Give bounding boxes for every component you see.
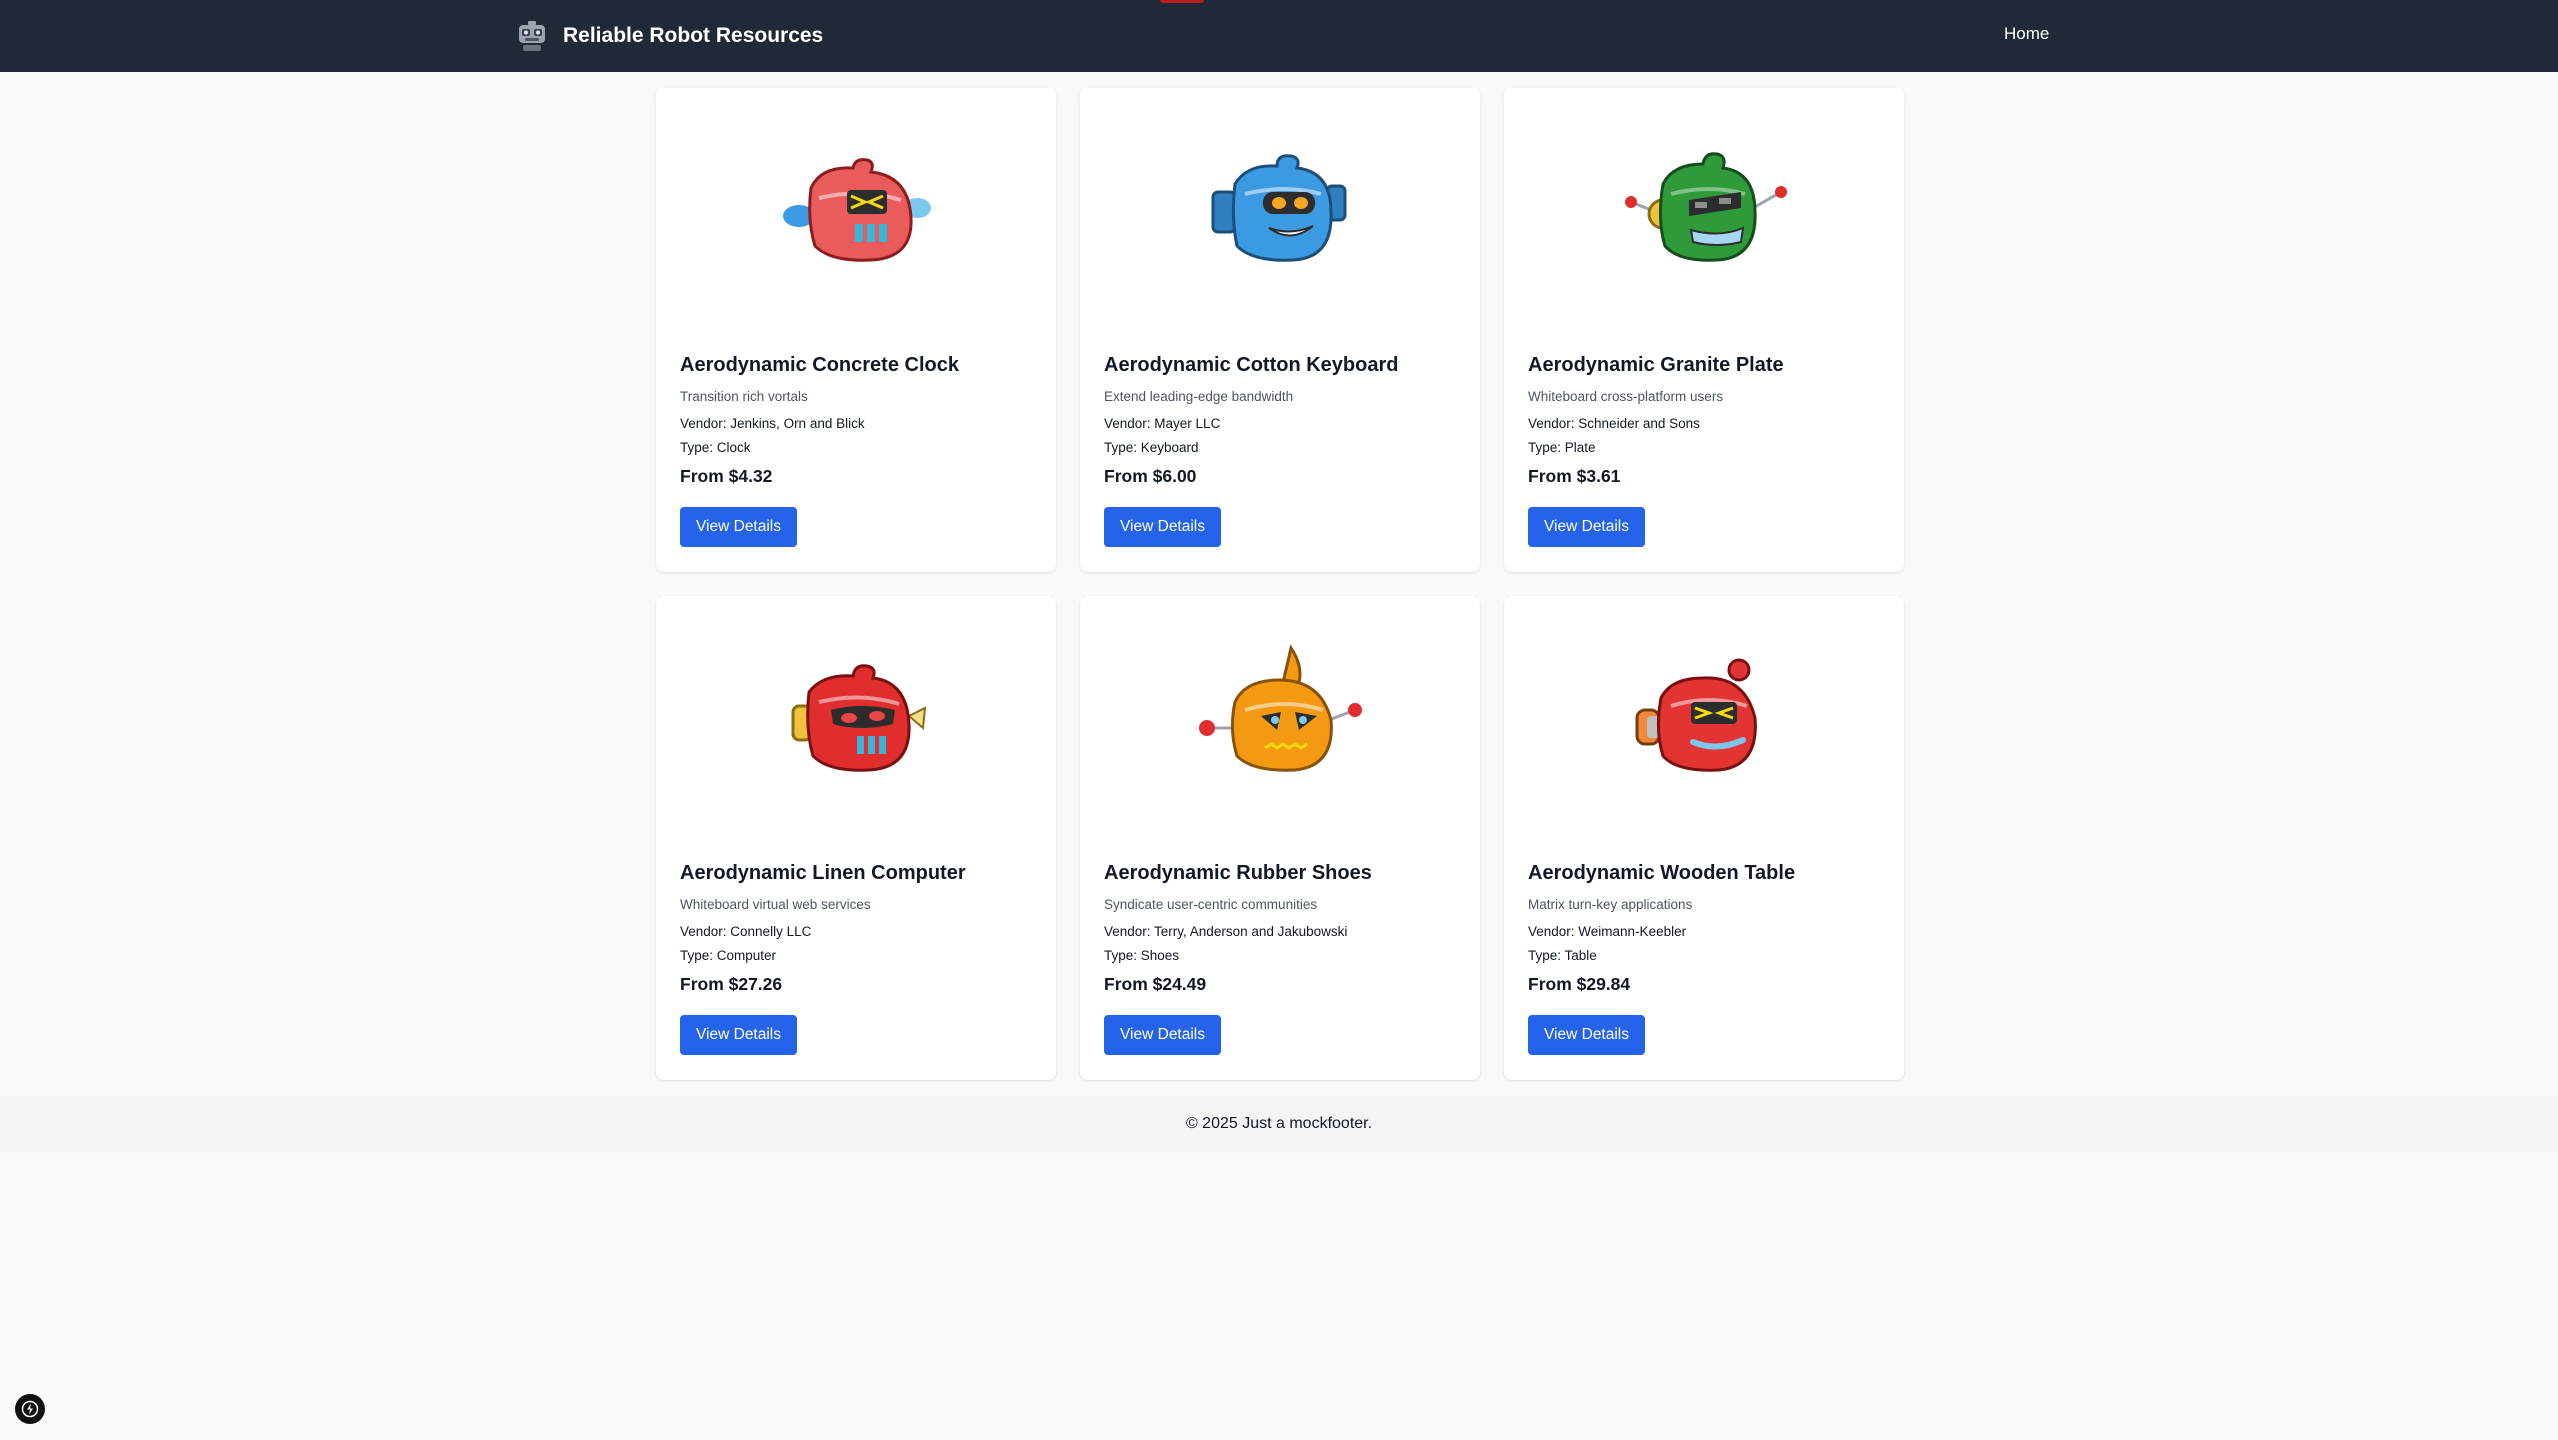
product-price: From $24.49	[1104, 974, 1207, 994]
footer-text: © 2025 Just a mockfooter.	[1185, 1115, 1373, 1132]
product-vendor: Vendor: Weimann-Keebler	[1528, 924, 1687, 939]
product-card: Aerodynamic Wooden Table Matrix turn-key…	[1504, 596, 1904, 1080]
nav-accent-bar	[1160, 0, 1204, 3]
product-description: Matrix turn-key applications	[1528, 897, 1693, 912]
product-description: Whiteboard virtual web services	[680, 897, 871, 912]
product-vendor: Vendor: Schneider and Sons	[1528, 416, 1700, 431]
product-type: Type: Keyboard	[1104, 440, 1199, 455]
product-type: Type: Computer	[680, 948, 777, 963]
product-title[interactable]: Aerodynamic Concrete Clock	[680, 352, 1032, 378]
product-title[interactable]: Aerodynamic Granite Plate	[1528, 352, 1880, 378]
product-image[interactable]	[1504, 596, 1904, 846]
view-details-button[interactable]: View Details	[1528, 507, 1646, 547]
product-card: Aerodynamic Rubber Shoes Syndicate user-…	[1080, 596, 1480, 1080]
product-price: From $6.00	[1104, 466, 1197, 486]
product-grid: Aerodynamic Concrete Clock Transition ri…	[656, 88, 1904, 1080]
product-card: Aerodynamic Linen Computer Whiteboard vi…	[656, 596, 1056, 1080]
product-image[interactable]	[1080, 88, 1480, 338]
robot-head-blue-icon	[1211, 154, 1347, 262]
product-price: From $4.32	[680, 466, 773, 486]
product-title[interactable]: Aerodynamic Wooden Table	[1528, 860, 1880, 886]
product-description: Syndicate user-centric communities	[1104, 897, 1318, 912]
view-details-button[interactable]: View Details	[680, 1015, 798, 1055]
product-image[interactable]	[1504, 88, 1904, 338]
product-price: From $3.61	[1528, 466, 1621, 486]
product-price: From $29.84	[1528, 974, 1631, 994]
product-vendor: Vendor: Mayer LLC	[1104, 416, 1221, 431]
view-details-button[interactable]: View Details	[680, 507, 798, 547]
product-image[interactable]	[1080, 596, 1480, 846]
robot-head-red-icon	[1635, 658, 1757, 772]
product-price: From $27.26	[680, 974, 783, 994]
robot-head-orange-icon	[1199, 644, 1362, 772]
product-title[interactable]: Aerodynamic Linen Computer	[680, 860, 1032, 886]
product-image[interactable]	[656, 596, 1056, 846]
product-type: Type: Plate	[1528, 440, 1596, 455]
product-description: Transition rich vortals	[680, 389, 808, 404]
robot-head-red-icon	[791, 664, 927, 772]
product-card: Aerodynamic Concrete Clock Transition ri…	[656, 88, 1056, 572]
product-title[interactable]: Aerodynamic Cotton Keyboard	[1104, 352, 1456, 378]
product-vendor: Vendor: Terry, Anderson and Jakubowski	[1104, 924, 1348, 939]
product-description: Extend leading-edge bandwidth	[1104, 389, 1294, 404]
robot-head-green-icon	[1625, 152, 1787, 262]
product-card: Aerodynamic Granite Plate Whiteboard cro…	[1504, 88, 1904, 572]
floating-action-button[interactable]	[15, 1394, 45, 1424]
view-details-button[interactable]: View Details	[1104, 1015, 1222, 1055]
product-vendor: Vendor: Jenkins, Orn and Blick	[680, 416, 865, 431]
product-image[interactable]	[656, 88, 1056, 338]
robot-logo-icon	[519, 21, 545, 51]
view-details-button[interactable]: View Details	[1528, 1015, 1646, 1055]
brand-link[interactable]: Reliable Robot Resources	[515, 18, 823, 54]
product-type: Type: Shoes	[1104, 948, 1180, 963]
lightning-bolt-icon	[21, 1400, 39, 1418]
nav-home-link[interactable]: Home	[2004, 24, 2049, 44]
view-details-button[interactable]: View Details	[1104, 507, 1222, 547]
product-title[interactable]: Aerodynamic Rubber Shoes	[1104, 860, 1456, 886]
product-type: Type: Clock	[680, 440, 751, 455]
product-type: Type: Table	[1528, 948, 1597, 963]
top-navbar: Reliable Robot Resources Home	[0, 0, 2558, 72]
product-vendor: Vendor: Connelly LLC	[680, 924, 812, 939]
product-card: Aerodynamic Cotton Keyboard Extend leadi…	[1080, 88, 1480, 572]
page-footer: © 2025 Just a mockfooter.	[0, 1096, 2558, 1152]
brand-name: Reliable Robot Resources	[563, 24, 824, 47]
robot-head-red-icon	[783, 158, 931, 262]
product-description: Whiteboard cross-platform users	[1528, 389, 1724, 404]
